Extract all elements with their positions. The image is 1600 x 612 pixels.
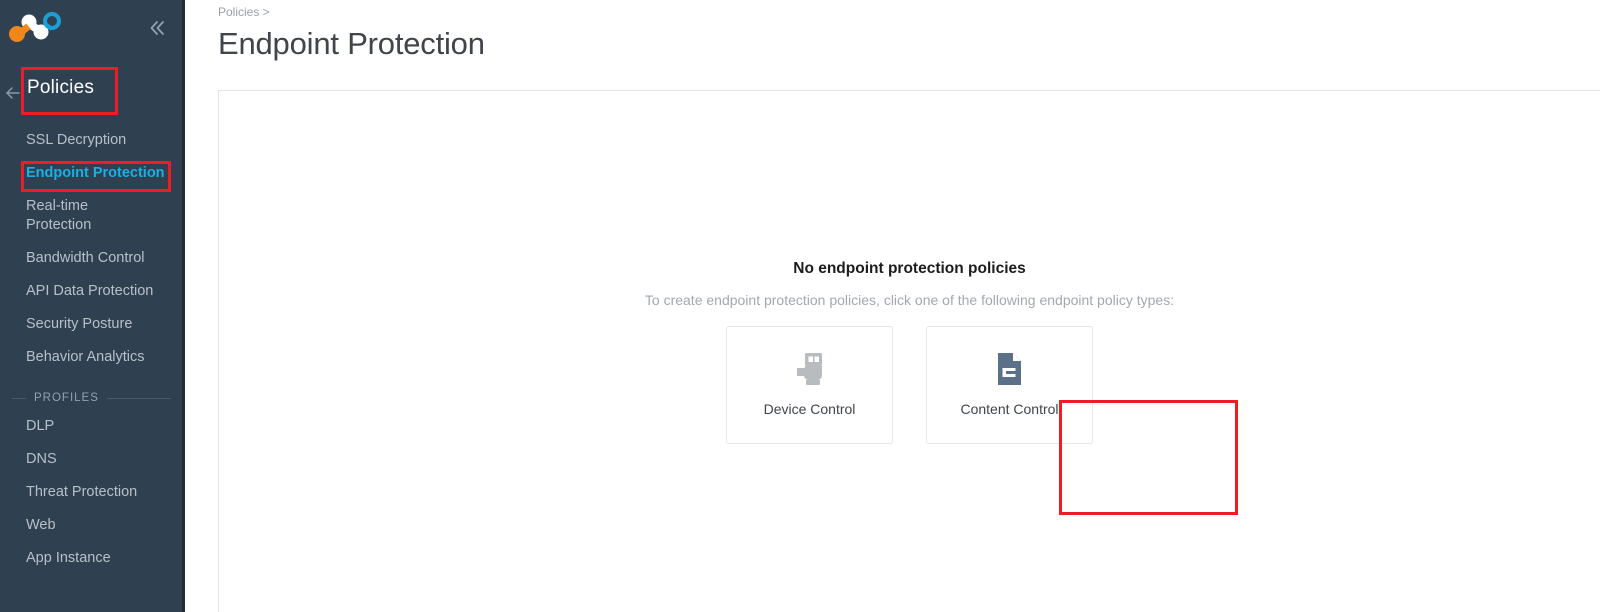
sidebar-item-behavior-analytics[interactable]: Behavior Analytics — [0, 341, 185, 374]
sidebar-item-real-time-protection[interactable]: Real-time Protection — [0, 190, 185, 242]
molecule-logo-icon — [8, 10, 64, 44]
sidebar-item-endpoint-protection[interactable]: Endpoint Protection — [0, 157, 185, 190]
sidebar-collapse-icon[interactable] — [147, 18, 167, 38]
breadcrumb[interactable]: Policies > — [218, 5, 1600, 19]
divider-line-left — [12, 397, 26, 399]
profiles-nav: DLP DNS Threat Protection Web App Instan… — [0, 410, 185, 575]
sidebar-section-header: Policies — [0, 70, 185, 116]
page-title: Endpoint Protection — [218, 26, 485, 61]
sidebar-item-web[interactable]: Web — [0, 509, 185, 542]
card-device-control[interactable]: Device Control — [726, 326, 893, 444]
document-icon — [996, 352, 1023, 386]
sidebar-item-app-instance[interactable]: App Instance — [0, 542, 185, 575]
content-panel: No endpoint protection policies To creat… — [218, 90, 1600, 612]
application-window: Policies SSL Decryption Endpoint Protect… — [0, 0, 1600, 612]
sidebar-item-bandwidth-control[interactable]: Bandwidth Control — [0, 242, 185, 275]
sidebar: Policies SSL Decryption Endpoint Protect… — [0, 0, 185, 612]
profiles-section-label: PROFILES — [34, 392, 99, 404]
sidebar-item-dlp[interactable]: DLP — [0, 410, 185, 443]
divider-line-right — [106, 397, 171, 399]
sidebar-item-ssl-decryption[interactable]: SSL Decryption — [0, 124, 185, 157]
usb-drive-icon — [795, 352, 825, 386]
card-label-content-control: Content Control — [960, 401, 1059, 417]
sidebar-section-title: Policies — [27, 77, 95, 98]
card-label-device-control: Device Control — [763, 401, 856, 417]
sidebar-nav: SSL Decryption Endpoint Protection Real-… — [0, 124, 185, 374]
sidebar-item-api-data-protection[interactable]: API Data Protection — [0, 275, 185, 308]
main-content: Policies > Endpoint Protection No endpoi… — [185, 0, 1600, 612]
empty-state-title: No endpoint protection policies — [793, 260, 1026, 277]
sidebar-item-security-posture[interactable]: Security Posture — [0, 308, 185, 341]
policy-type-cards: Device Control Content Control — [480, 326, 1340, 444]
sidebar-item-dns[interactable]: DNS — [0, 443, 185, 476]
empty-state-subtitle: To create endpoint protection policies, … — [644, 292, 1175, 308]
sidebar-header — [0, 0, 185, 56]
sidebar-item-threat-protection[interactable]: Threat Protection — [0, 476, 185, 509]
empty-state: No endpoint protection policies To creat… — [480, 259, 1340, 444]
back-arrow-icon[interactable] — [2, 82, 24, 104]
profiles-divider: PROFILES — [12, 392, 171, 404]
card-content-control[interactable]: Content Control — [926, 326, 1093, 444]
